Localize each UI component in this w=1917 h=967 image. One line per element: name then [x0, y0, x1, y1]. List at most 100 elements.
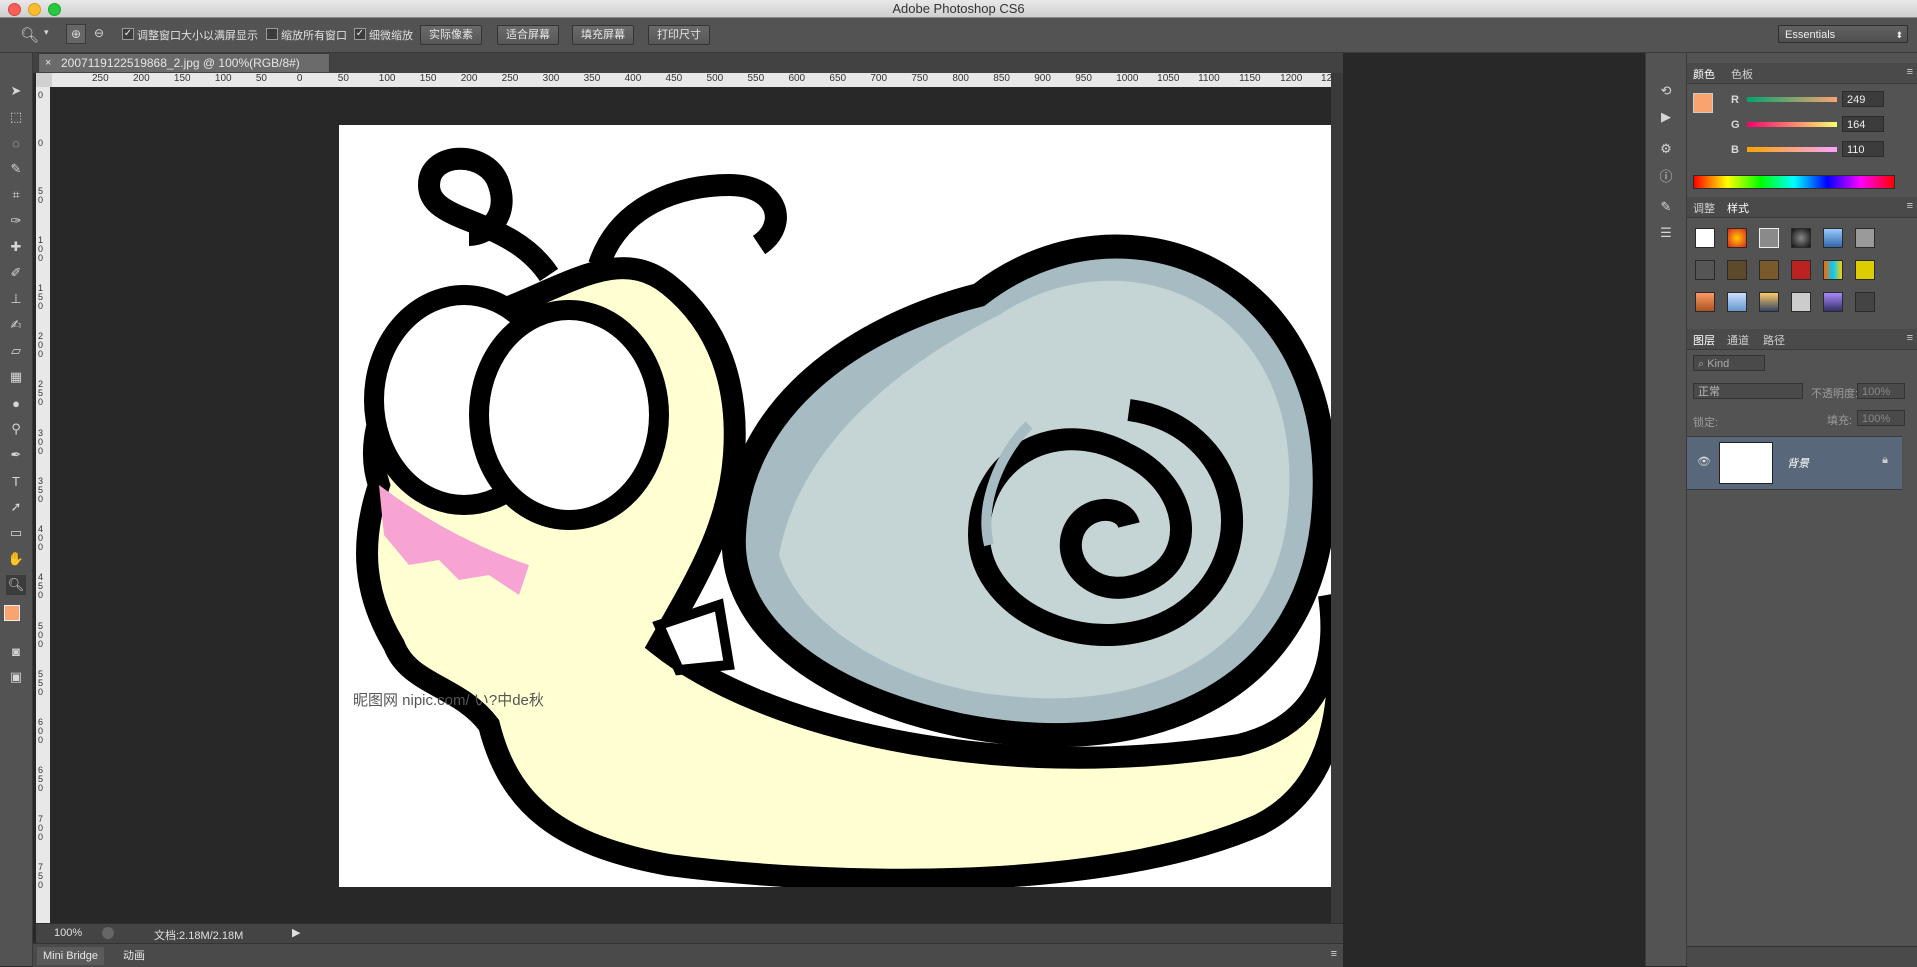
fill-input[interactable]: 100%	[1857, 410, 1905, 426]
zoom-tool-icon[interactable]: 🔍︎	[6, 575, 26, 595]
layer-row-background[interactable]: 👁︎ 背景 🔒︎	[1687, 436, 1902, 490]
path-select-tool-icon[interactable]: ➚	[6, 497, 26, 517]
style-orange-swatch[interactable]	[1695, 292, 1715, 312]
style-rainbow-swatch[interactable]	[1823, 260, 1843, 280]
tab-swatches[interactable]: 色板	[1731, 66, 1753, 82]
color-spectrum-ramp[interactable]	[1693, 175, 1895, 189]
layer-name[interactable]: 背景	[1787, 455, 1809, 471]
blur-tool-icon[interactable]: ●	[6, 393, 26, 413]
color-foreground-swatch[interactable]	[1693, 93, 1713, 113]
style-blue-swatch[interactable]	[1823, 228, 1843, 248]
hand-tool-icon[interactable]: ✋	[6, 549, 26, 569]
quick-mask-icon[interactable]: ◙	[6, 641, 26, 661]
zoom-all-windows-label: 缩放所有窗口	[281, 30, 347, 42]
status-menu-arrow-icon[interactable]: ▶	[292, 926, 300, 939]
zoom-out-icon[interactable]: ⊖	[90, 24, 108, 42]
style-brown-swatch[interactable]	[1727, 260, 1747, 280]
actions-panel-icon[interactable]: ▶	[1656, 107, 1676, 127]
style-gold-swatch[interactable]	[1855, 260, 1875, 280]
color-b-slider[interactable]	[1747, 147, 1837, 152]
color-panel-menu-icon[interactable]: ≡	[1907, 66, 1913, 78]
marquee-tool-icon[interactable]: ⬚	[6, 107, 26, 127]
horizontal-ruler[interactable]: 250 200 150 100 50 0 50 100 150 200 250 300 350 400 45…	[52, 73, 1331, 87]
dodge-tool-icon[interactable]: ⚲	[6, 419, 26, 439]
type-tool-icon[interactable]: T	[6, 471, 26, 491]
zoom-in-icon[interactable]: ⊕	[66, 24, 86, 44]
resize-windows-checkbox[interactable]: ✓	[122, 28, 134, 40]
zoom-all-windows-checkbox[interactable]	[266, 28, 278, 40]
tab-paths[interactable]: 路径	[1763, 332, 1785, 348]
opacity-input[interactable]: 100%	[1857, 383, 1905, 399]
eyedropper-tool-icon[interactable]: ✑	[6, 211, 26, 231]
color-panel-tabs: 颜色 色板 ≡	[1687, 63, 1917, 84]
vertical-scrollbar[interactable]	[1331, 73, 1343, 923]
vertical-ruler[interactable]: 0 0 50 100 150 200 250 300 350 400 450 500 550 600 650…	[36, 87, 50, 923]
workspace-dropdown[interactable]: Essentials ⬍	[1778, 25, 1908, 43]
eye-visibility-icon[interactable]: 👁︎	[1697, 455, 1711, 468]
tab-styles[interactable]: 样式	[1727, 200, 1749, 216]
brush-panel-icon[interactable]: ✎	[1656, 197, 1676, 217]
style-sky-swatch[interactable]	[1727, 292, 1747, 312]
pen-tool-icon[interactable]: ✒	[6, 445, 26, 465]
document-tab[interactable]: × 2007119122519868_2.jpg @ 100%(RGB/8#)	[38, 53, 330, 72]
rectangle-tool-icon[interactable]: ▭	[6, 523, 26, 543]
eraser-tool-icon[interactable]: ▱	[6, 341, 26, 361]
status-info-icon[interactable]	[102, 927, 114, 939]
snail-artwork: 昵图网 nipic.com/ い?中de秋	[353, 147, 1349, 891]
clone-stamp-tool-icon[interactable]: ⊥	[6, 289, 26, 309]
style-bevel-swatch[interactable]	[1759, 228, 1779, 248]
document-canvas[interactable]: 昵图网 nipic.com/ い?中de秋	[339, 125, 1349, 891]
zoom-tool-preset-icon[interactable]: 🔍︎	[20, 26, 39, 44]
tab-adjustments[interactable]: 调整	[1693, 200, 1715, 216]
style-red-glow-swatch[interactable]	[1727, 228, 1747, 248]
crop-tool-icon[interactable]: ⌗	[6, 185, 26, 205]
style-sunset-swatch[interactable]	[1759, 292, 1779, 312]
color-g-input[interactable]: 164	[1842, 116, 1884, 132]
color-r-slider[interactable]	[1747, 97, 1837, 102]
scrubby-zoom-checkbox[interactable]: ✓	[354, 28, 366, 40]
color-r-input[interactable]: 249	[1842, 91, 1884, 107]
history-panel-icon[interactable]: ⟲	[1656, 81, 1676, 101]
history-brush-tool-icon[interactable]: ✍	[6, 315, 26, 335]
gradient-tool-icon[interactable]: ▦	[6, 367, 26, 387]
styles-panel-menu-icon[interactable]: ≡	[1907, 200, 1913, 212]
foreground-color-swatch[interactable]	[4, 605, 20, 621]
tab-color[interactable]: 颜色	[1693, 66, 1715, 82]
style-gray-swatch[interactable]	[1855, 228, 1875, 248]
brush-presets-icon[interactable]: ☰	[1656, 223, 1676, 243]
mini-bridge-tab[interactable]: Mini Bridge	[37, 947, 105, 965]
lasso-tool-icon[interactable]: ◌	[6, 133, 26, 153]
chevron-down-icon[interactable]: ▾	[44, 27, 49, 38]
layers-panel-menu-icon[interactable]: ≡	[1907, 332, 1913, 344]
blend-mode-select[interactable]: 正常	[1693, 383, 1803, 399]
quick-select-tool-icon[interactable]: ✎	[6, 159, 26, 179]
style-pattern-swatch[interactable]	[1791, 292, 1811, 312]
screen-mode-icon[interactable]: ▣	[6, 667, 26, 687]
fill-screen-button[interactable]: 填充屏幕	[572, 25, 634, 45]
fit-screen-button[interactable]: 适合屏幕	[497, 25, 559, 45]
ruler-origin[interactable]	[36, 73, 52, 87]
panel-menu-icon[interactable]: ≡	[1331, 948, 1337, 960]
style-red-swatch[interactable]	[1791, 260, 1811, 280]
properties-panel-icon[interactable]: ⚙	[1656, 139, 1676, 159]
style-black-swatch[interactable]	[1791, 228, 1811, 248]
tab-channels[interactable]: 通道	[1727, 332, 1749, 348]
healing-brush-tool-icon[interactable]: ✚	[6, 237, 26, 257]
style-none-swatch[interactable]	[1695, 228, 1715, 248]
brush-tool-icon[interactable]: ✐	[6, 263, 26, 283]
info-panel-icon[interactable]: ⓘ	[1656, 165, 1676, 185]
tab-layers[interactable]: 图层	[1693, 332, 1715, 348]
layer-filter-kind[interactable]: ⌕ Kind	[1693, 355, 1765, 371]
style-dark-swatch[interactable]	[1695, 260, 1715, 280]
color-b-input[interactable]: 110	[1842, 141, 1884, 157]
print-size-button[interactable]: 打印尺寸	[648, 25, 710, 45]
style-empty-swatch[interactable]	[1855, 292, 1875, 312]
color-g-slider[interactable]	[1747, 122, 1837, 127]
move-tool-icon[interactable]: ➤	[6, 81, 26, 101]
animation-tab[interactable]: 动画	[117, 947, 151, 965]
style-wood-swatch[interactable]	[1759, 260, 1779, 280]
zoom-level[interactable]: 100%	[54, 927, 82, 939]
actual-pixels-button[interactable]: 实际像素	[420, 25, 482, 45]
close-tab-icon[interactable]: ×	[45, 54, 51, 73]
style-purple-swatch[interactable]	[1823, 292, 1843, 312]
